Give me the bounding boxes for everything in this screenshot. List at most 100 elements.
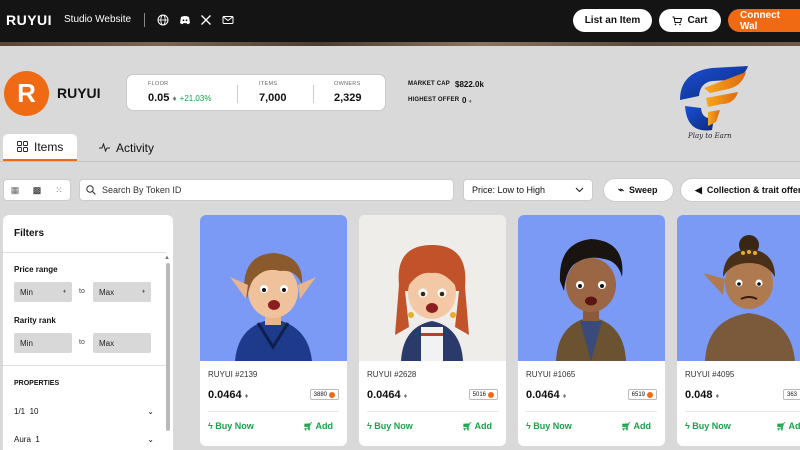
- filters-divider: [3, 365, 166, 366]
- rarity-icon: [647, 391, 653, 398]
- nft-card[interactable]: RUYUI #1065 0.0464 ♦ 6519 ϟ Buy Now 🛒︎ A…: [518, 215, 665, 446]
- search-icon: [86, 185, 96, 195]
- owners-value: 2,329: [334, 92, 362, 104]
- eth-icon: ♦: [562, 393, 567, 400]
- nft-card[interactable]: RUYUI #4095 0.048 ♦ 363 ϟ Buy Now 🛒︎ Add: [677, 215, 800, 446]
- cart-icon: 🛒︎: [303, 422, 314, 431]
- property-row[interactable]: 1/1 10 ⌄: [14, 407, 154, 416]
- add-label: Add: [788, 421, 800, 431]
- nft-image[interactable]: [677, 215, 800, 361]
- sweep-label: Sweep: [629, 185, 658, 195]
- buy-now-label: Buy Now: [374, 421, 413, 431]
- brand-logo[interactable]: RUYUI: [6, 12, 52, 28]
- buy-now-button[interactable]: ϟ Buy Now: [526, 421, 572, 431]
- globe-icon[interactable]: [157, 14, 169, 26]
- grid-icon: [17, 141, 28, 152]
- tab-items[interactable]: Items: [3, 134, 78, 161]
- buy-now-label: Buy Now: [692, 421, 731, 431]
- rarity-max-input[interactable]: Max: [93, 333, 151, 353]
- connect-wallet-label: Connect Wal: [740, 9, 780, 32]
- eth-icon: ♦: [468, 99, 472, 105]
- floor-label: FLOOR: [148, 81, 169, 87]
- filters-title: Filters: [14, 228, 45, 239]
- buy-now-button[interactable]: ϟ Buy Now: [367, 421, 413, 431]
- property-count: 1: [35, 435, 40, 444]
- collection-stats: FLOOR 0.05 ♦ +21.03% ITEMS 7,000 OWNERS …: [126, 74, 386, 111]
- medium-grid-view-icon[interactable]: ▩: [26, 180, 48, 200]
- nft-price: 0.048 ♦: [685, 389, 719, 401]
- studio-website-link[interactable]: Studio Website: [64, 14, 131, 25]
- tab-activity[interactable]: Activity: [99, 134, 154, 161]
- nft-image[interactable]: [518, 215, 665, 361]
- property-name: Aura 1: [14, 435, 40, 444]
- sweep-button[interactable]: ⌁ Sweep: [603, 178, 674, 202]
- add-to-cart-button[interactable]: 🛒︎ Add: [303, 421, 333, 431]
- small-grid-view-icon[interactable]: ⁙: [48, 180, 70, 200]
- rarity-badge: 5016: [468, 389, 498, 400]
- buy-now-button[interactable]: ϟ Buy Now: [208, 421, 254, 431]
- property-row[interactable]: Aura 1 ⌄: [14, 435, 154, 444]
- x-icon[interactable]: [200, 14, 212, 26]
- rarity-rank-label: Rarity rank: [14, 316, 56, 325]
- card-divider: [685, 411, 800, 412]
- scroll-up-arrow[interactable]: ▲: [164, 255, 170, 261]
- search-bar[interactable]: Search By Token ID: [79, 179, 454, 201]
- nft-name: RUYUI #2628: [367, 370, 417, 379]
- property-name: 1/1 10: [14, 407, 38, 416]
- nft-name: RUYUI #2139: [208, 370, 258, 379]
- nft-image[interactable]: [359, 215, 506, 361]
- search-input[interactable]: Search By Token ID: [102, 185, 181, 195]
- rarity-min-placeholder: Min: [20, 338, 33, 348]
- buy-now-label: Buy Now: [533, 421, 572, 431]
- eth-icon: ♦: [141, 289, 145, 295]
- rarity-value: 6519: [631, 391, 645, 398]
- to-label: to: [79, 288, 85, 295]
- chevron-down-icon: [575, 187, 584, 193]
- market-cap-label: MARKET CAP: [408, 81, 450, 87]
- discord-icon[interactable]: [179, 14, 191, 26]
- nft-character-art: [556, 239, 626, 361]
- view-toggle: ▦ ▩ ⁙: [3, 179, 71, 201]
- collection-offer-label: Collection & trait offer: [706, 185, 800, 195]
- nft-price: 0.0464 ♦: [526, 389, 566, 401]
- buy-now-label: Buy Now: [215, 421, 254, 431]
- items-value: 7,000: [259, 92, 287, 104]
- add-to-cart-button[interactable]: 🛒︎ Add: [462, 421, 492, 431]
- cart-icon: 🛒︎: [776, 422, 787, 431]
- rarity-value: 363: [786, 391, 797, 398]
- add-to-cart-button[interactable]: 🛒︎ Add: [621, 421, 651, 431]
- items-label: ITEMS: [259, 81, 278, 87]
- tab-activity-label: Activity: [116, 140, 155, 155]
- nft-character-art: [395, 245, 469, 361]
- highest-offer-amount: 0: [462, 96, 467, 105]
- large-grid-view-icon[interactable]: ▦: [4, 180, 26, 200]
- highest-offer-label: HIGHEST OFFER: [408, 97, 460, 103]
- connect-wallet-button[interactable]: Connect Wal: [728, 9, 800, 32]
- stat-divider: [237, 85, 238, 103]
- property-name-text: Aura: [14, 435, 31, 444]
- sort-select[interactable]: Price: Low to High: [463, 179, 593, 201]
- nft-image[interactable]: [200, 215, 347, 361]
- filters-panel: Filters Price range Min ♦ to Max ♦ Rarit…: [3, 215, 173, 450]
- nft-card[interactable]: RUYUI #2139 0.0464 ♦ 3880 ϟ Buy Now 🛒︎ A…: [200, 215, 347, 446]
- rarity-badge: 363: [782, 389, 800, 400]
- cart-button[interactable]: Cart: [659, 9, 721, 32]
- card-divider: [526, 411, 657, 412]
- collection-logo: R: [4, 71, 49, 116]
- add-to-cart-button[interactable]: 🛒︎ Add: [776, 421, 800, 431]
- list-an-item-button[interactable]: List an Item: [573, 9, 652, 32]
- nft-character-art: [230, 253, 316, 361]
- nft-card[interactable]: RUYUI #2628 0.0464 ♦ 5016 ϟ Buy Now 🛒︎ A…: [359, 215, 506, 446]
- buy-now-button[interactable]: ϟ Buy Now: [685, 421, 731, 431]
- filters-scrollbar[interactable]: [166, 263, 170, 431]
- price-min-input[interactable]: Min ♦: [14, 282, 72, 302]
- collection-offer-button[interactable]: ◀ Collection & trait offer: [680, 178, 800, 202]
- collection-name: RUYUI: [57, 85, 101, 101]
- collection-logo-letter: R: [17, 78, 36, 108]
- eth-icon: ♦: [244, 393, 249, 400]
- price-max-input[interactable]: Max ♦: [93, 282, 151, 302]
- eth-icon: ♦: [403, 393, 408, 400]
- rarity-min-input[interactable]: Min: [14, 333, 72, 353]
- mail-icon[interactable]: [222, 14, 234, 26]
- rarity-badge: 6519: [627, 389, 657, 400]
